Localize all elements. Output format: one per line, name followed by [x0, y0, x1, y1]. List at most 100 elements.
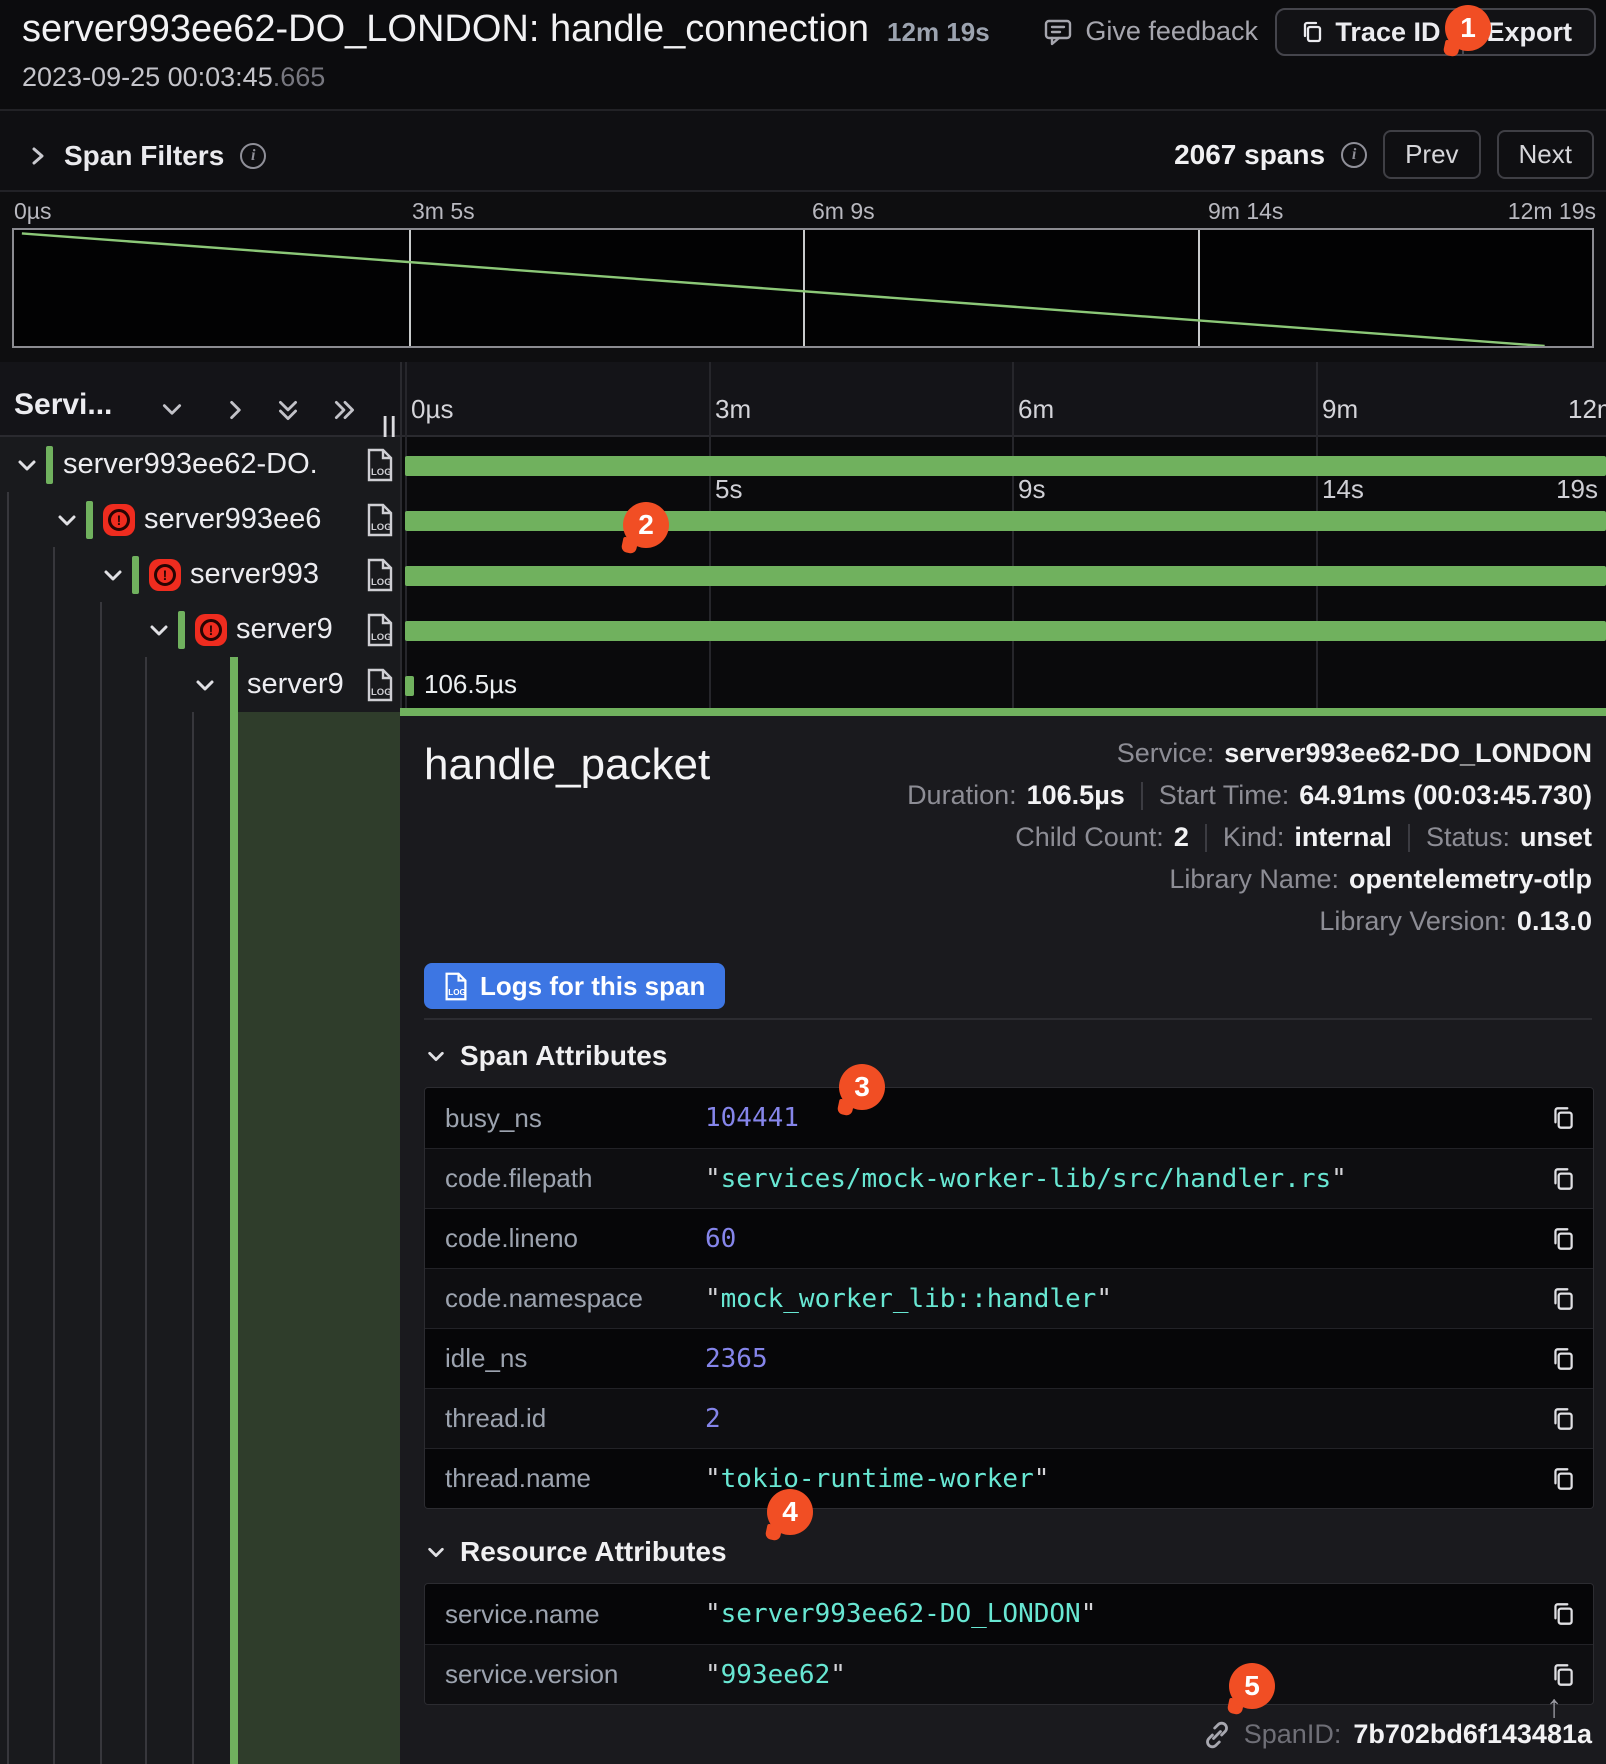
- top-header: server993ee62-DO_LONDON: handle_connecti…: [0, 0, 1606, 111]
- span-tree-row[interactable]: ! server993ee6 LOG: [0, 492, 400, 547]
- timeline-tick: 0µs: [411, 394, 453, 425]
- timeline-subtick: 5s: [715, 474, 742, 505]
- span-attributes-table: busy_ns 104441 code.filepath "services/m…: [424, 1087, 1594, 1509]
- timeline-tick: 3m: [715, 394, 751, 425]
- minimap-tick: 9m 14s: [1208, 198, 1283, 225]
- svg-text:LOG: LOG: [371, 577, 392, 588]
- timeline-gridline: [405, 362, 407, 712]
- selected-span-bar[interactable]: [405, 676, 414, 696]
- annotation-badge-4: 4: [767, 1489, 813, 1535]
- span-bar[interactable]: [405, 511, 1606, 531]
- service-column-header: Servi...: [14, 388, 112, 422]
- attribute-value: 2: [705, 1404, 1549, 1434]
- span-filters-toggle[interactable]: Span Filters i: [28, 140, 266, 172]
- panel-divider: [400, 362, 402, 712]
- child-count-value: 2: [1174, 822, 1189, 853]
- copy-icon[interactable]: [1549, 1405, 1577, 1433]
- logs-for-span-button[interactable]: LOG Logs for this span: [424, 963, 725, 1009]
- svg-text:LOG: LOG: [371, 632, 392, 643]
- log-icon: LOG: [444, 972, 468, 1001]
- double-chevron-down-icon[interactable]: [276, 398, 300, 424]
- attribute-row: busy_ns 104441: [425, 1088, 1593, 1148]
- double-chevron-right-icon[interactable]: [332, 398, 358, 422]
- tree-guide-line: [192, 712, 194, 1764]
- chevron-down-icon[interactable]: [148, 619, 170, 641]
- copy-icon[interactable]: [1549, 1345, 1577, 1373]
- feedback-chat-icon: [1043, 17, 1073, 47]
- span-name: handle_packet: [424, 740, 710, 790]
- trace-id-button[interactable]: Trace ID: [1277, 10, 1462, 54]
- resource-attributes-header[interactable]: Resource Attributes: [426, 1536, 727, 1568]
- span-meta: Service:server993ee62-DO_LONDON Duration…: [907, 738, 1592, 948]
- service-color-bar: [46, 446, 53, 484]
- service-color-bar: [132, 556, 139, 594]
- copy-icon[interactable]: [1549, 1661, 1577, 1689]
- minimap-tick: 12m 19s: [1508, 198, 1596, 225]
- divider: [424, 1018, 1592, 1020]
- service-color-bar: [86, 501, 93, 539]
- chevron-down-icon[interactable]: [16, 454, 38, 476]
- link-icon[interactable]: [1202, 1720, 1232, 1750]
- tree-guide-line: [100, 602, 102, 1764]
- scroll-top-arrow[interactable]: ↑: [1546, 1688, 1562, 1725]
- trace-minimap[interactable]: [12, 228, 1594, 348]
- attribute-value: "993ee62": [705, 1660, 1549, 1690]
- prev-button[interactable]: Prev: [1383, 130, 1480, 179]
- chevron-down-icon[interactable]: [102, 564, 124, 586]
- log-icon[interactable]: LOG: [366, 503, 394, 537]
- timeline-subtick: 9s: [1018, 474, 1045, 505]
- span-detail-panel: handle_packet Service:server993ee62-DO_L…: [400, 716, 1606, 1764]
- copy-icon[interactable]: [1549, 1600, 1577, 1628]
- span-bar[interactable]: [405, 456, 1606, 476]
- span-bar[interactable]: [405, 566, 1606, 586]
- attribute-row: service.name "server993ee62-DO_LONDON": [425, 1584, 1593, 1644]
- attribute-row: code.filepath "services/mock-worker-lib/…: [425, 1148, 1593, 1208]
- timeline-gridline: [709, 362, 711, 712]
- annotation-badge-2: 2: [623, 502, 669, 548]
- next-button[interactable]: Next: [1497, 130, 1594, 179]
- copy-icon[interactable]: [1549, 1104, 1577, 1132]
- log-icon[interactable]: LOG: [366, 613, 394, 647]
- attribute-value: "mock_worker_lib::handler": [705, 1284, 1549, 1314]
- log-icon[interactable]: LOG: [366, 558, 394, 592]
- selected-span-duration: 106.5µs: [424, 669, 517, 700]
- give-feedback-button[interactable]: Give feedback: [1043, 16, 1258, 47]
- library-version-value: 0.13.0: [1517, 906, 1592, 937]
- selected-span-band-edge: [230, 657, 238, 1764]
- trace-timestamp: 2023-09-25 00:03:45.665: [22, 62, 325, 93]
- service-value: server993ee62-DO_LONDON: [1224, 738, 1592, 769]
- chevron-right-icon[interactable]: [224, 398, 248, 422]
- minimap-tick: 0µs: [14, 198, 52, 225]
- span-attributes-header[interactable]: Span Attributes: [426, 1040, 667, 1072]
- selected-span-band: [238, 712, 400, 1764]
- chevron-down-icon[interactable]: [194, 674, 216, 696]
- span-bar[interactable]: [405, 621, 1606, 641]
- span-tree-row[interactable]: ! server993 LOG: [0, 547, 400, 602]
- status-value: unset: [1520, 822, 1592, 853]
- copy-icon[interactable]: [1549, 1225, 1577, 1253]
- svg-text:LOG: LOG: [371, 687, 392, 698]
- tree-guide-line: [145, 657, 147, 1764]
- span-tree-row-selected[interactable]: server9 LOG: [0, 657, 400, 712]
- timeline-gridline: [1316, 362, 1318, 712]
- annotation-badge-3: 3: [839, 1064, 885, 1110]
- span-tree-row[interactable]: ! server9 LOG: [0, 602, 400, 657]
- duration-value: 106.5µs: [1027, 780, 1125, 811]
- service-color-bar: [178, 611, 185, 649]
- attribute-value: 2365: [705, 1344, 1549, 1374]
- copy-icon[interactable]: [1549, 1285, 1577, 1313]
- chevron-down-icon[interactable]: [56, 509, 78, 531]
- column-resize-handle[interactable]: ||: [382, 412, 398, 438]
- library-name-value: opentelemetry-otlp: [1349, 864, 1592, 895]
- span-count: 2067 spans: [1174, 139, 1325, 171]
- detail-panel-accent: [400, 708, 1606, 716]
- annotation-badge-5: 5: [1229, 1663, 1275, 1709]
- span-tree-row[interactable]: server993ee62-DO. LOG: [0, 437, 400, 492]
- timeline-tick: 6m: [1018, 394, 1054, 425]
- chevron-down-icon[interactable]: [160, 398, 184, 422]
- svg-text:LOG: LOG: [371, 522, 392, 533]
- log-icon[interactable]: LOG: [366, 668, 394, 702]
- copy-icon[interactable]: [1549, 1465, 1577, 1493]
- log-icon[interactable]: LOG: [366, 448, 394, 482]
- copy-icon[interactable]: [1549, 1165, 1577, 1193]
